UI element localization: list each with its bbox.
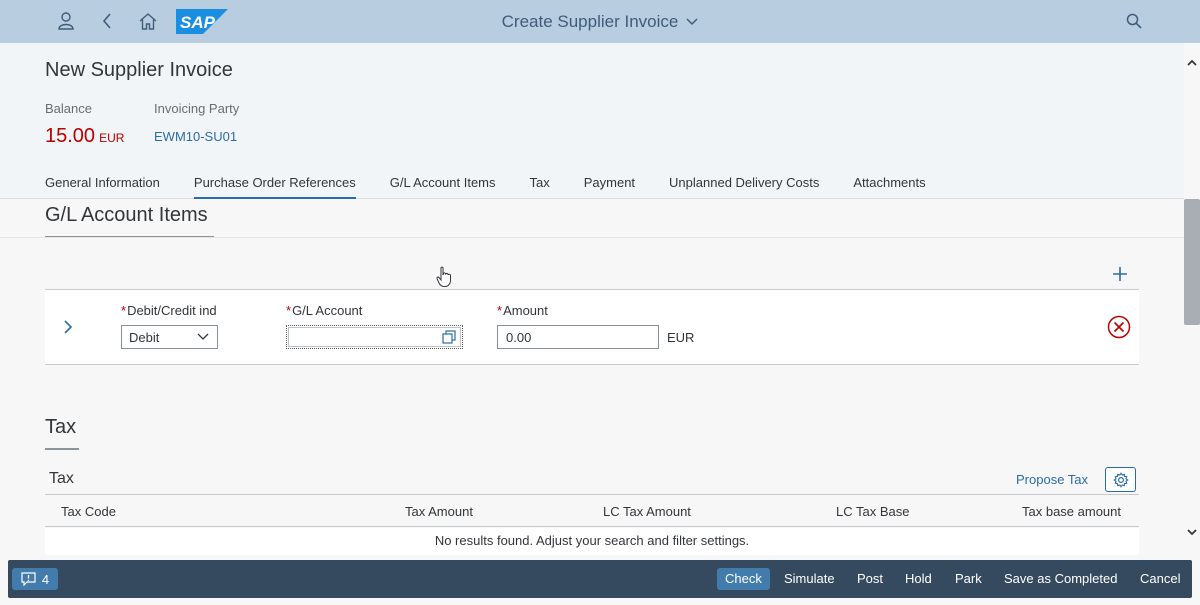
tax-section-title: Tax — [45, 416, 77, 438]
balance-value: 15.00 EUR — [45, 125, 124, 148]
balance-label: Balance — [45, 101, 92, 116]
search-icon — [1126, 13, 1142, 29]
tax-section-underline — [45, 448, 79, 450]
amount-label-text: Amount — [503, 303, 548, 318]
tax-table-header: Tax Code Tax Amount LC Tax Amount LC Tax… — [45, 494, 1139, 527]
col-tax-amount[interactable]: Tax Amount — [405, 504, 473, 519]
app-title-menu[interactable]: Create Supplier Invoice — [502, 12, 699, 32]
message-icon — [21, 572, 36, 586]
scroll-down-icon[interactable] — [1186, 526, 1198, 538]
col-lc-tax-amount[interactable]: LC Tax Amount — [603, 504, 691, 519]
plus-icon — [1113, 267, 1127, 281]
debit-credit-label-text: Debit/Credit ind — [127, 303, 217, 318]
gear-icon — [1112, 471, 1129, 488]
debit-credit-select[interactable]: Debit — [121, 325, 218, 349]
anchor-bar: General Information Purchase Order Refer… — [45, 170, 926, 199]
debit-credit-label: *Debit/Credit ind — [121, 303, 217, 318]
simulate-button[interactable]: Simulate — [784, 568, 835, 590]
tab-payment[interactable]: Payment — [584, 170, 635, 199]
sap-logo-text: SAP — [180, 13, 216, 32]
gl-account-label: *G/L Account — [286, 303, 363, 318]
sap-logo[interactable]: SAP — [176, 9, 228, 34]
tab-attachments[interactable]: Attachments — [853, 170, 925, 199]
user-button[interactable] — [50, 6, 82, 36]
chevron-right-icon — [64, 320, 73, 334]
app-title: Create Supplier Invoice — [501, 11, 679, 31]
gl-section-title: G/L Account Items — [45, 204, 208, 226]
page-title: New Supplier Invoice — [45, 59, 233, 81]
tab-unplanned-delivery-costs[interactable]: Unplanned Delivery Costs — [669, 170, 819, 199]
amount-value: 0.00 — [506, 329, 532, 345]
shell-bar: SAP Create Supplier Invoice — [0, 0, 1200, 43]
amount-label: *Amount — [497, 303, 548, 318]
col-lc-tax-base[interactable]: LC Tax Base — [836, 504, 909, 519]
col-tax-code[interactable]: Tax Code — [61, 504, 116, 519]
home-icon — [139, 12, 157, 30]
add-item-button[interactable] — [1110, 264, 1130, 284]
table-settings-button[interactable] — [1105, 467, 1136, 492]
search-button[interactable] — [1118, 6, 1150, 36]
scrollbar-thumb[interactable] — [1184, 199, 1200, 325]
cancel-button[interactable]: Cancel — [1140, 568, 1180, 590]
object-header: New Supplier Invoice Balance Invoicing P… — [0, 43, 1184, 199]
tab-purchase-order-references[interactable]: Purchase Order References — [193, 170, 356, 199]
tab-gl-account-items[interactable]: G/L Account Items — [390, 170, 496, 199]
balance-amount: 15.00 — [45, 125, 96, 147]
section-divider — [0, 237, 1184, 238]
footer-toolbar: 4 Check Simulate Post Hold Park Save as … — [8, 560, 1192, 598]
hand-cursor-icon — [436, 266, 451, 287]
tax-table-title: Tax — [49, 470, 74, 487]
tab-general-information[interactable]: General Information — [45, 170, 160, 199]
message-popover-button[interactable]: 4 — [12, 568, 58, 590]
save-as-completed-button[interactable]: Save as Completed — [1004, 568, 1117, 590]
invoicing-party-link[interactable]: EWM10-SU01 — [154, 129, 237, 144]
expand-row-button[interactable] — [60, 319, 76, 335]
user-icon — [58, 12, 74, 30]
hold-button[interactable]: Hold — [905, 568, 932, 590]
scroll-up-icon[interactable] — [1186, 57, 1198, 69]
gl-account-input[interactable] — [286, 325, 463, 349]
amount-input[interactable]: 0.00 — [497, 325, 659, 349]
gl-account-label-text: G/L Account — [292, 303, 363, 318]
value-help-icon[interactable] — [442, 330, 456, 344]
invoicing-party-label: Invoicing Party — [154, 101, 240, 116]
delete-row-button[interactable] — [1107, 315, 1131, 339]
propose-tax-button[interactable]: Propose Tax — [1016, 472, 1088, 487]
amount-currency: EUR — [667, 330, 695, 345]
no-results-text: No results found. Adjust your search and… — [45, 528, 1139, 555]
post-button[interactable]: Post — [857, 568, 883, 590]
delete-icon — [1107, 315, 1131, 339]
tab-tax[interactable]: Tax — [530, 170, 550, 199]
chevron-left-icon — [102, 13, 111, 29]
chevron-down-icon — [686, 17, 698, 25]
col-tax-base-amount[interactable]: Tax base amount — [1022, 504, 1121, 519]
balance-currency: EUR — [99, 131, 125, 145]
home-button[interactable] — [132, 6, 164, 36]
chevron-down-icon — [197, 333, 209, 340]
park-button[interactable]: Park — [955, 568, 982, 590]
debit-credit-value: Debit — [129, 329, 160, 345]
message-count: 4 — [41, 571, 50, 587]
check-button[interactable]: Check — [717, 568, 770, 590]
back-button[interactable] — [91, 6, 123, 36]
